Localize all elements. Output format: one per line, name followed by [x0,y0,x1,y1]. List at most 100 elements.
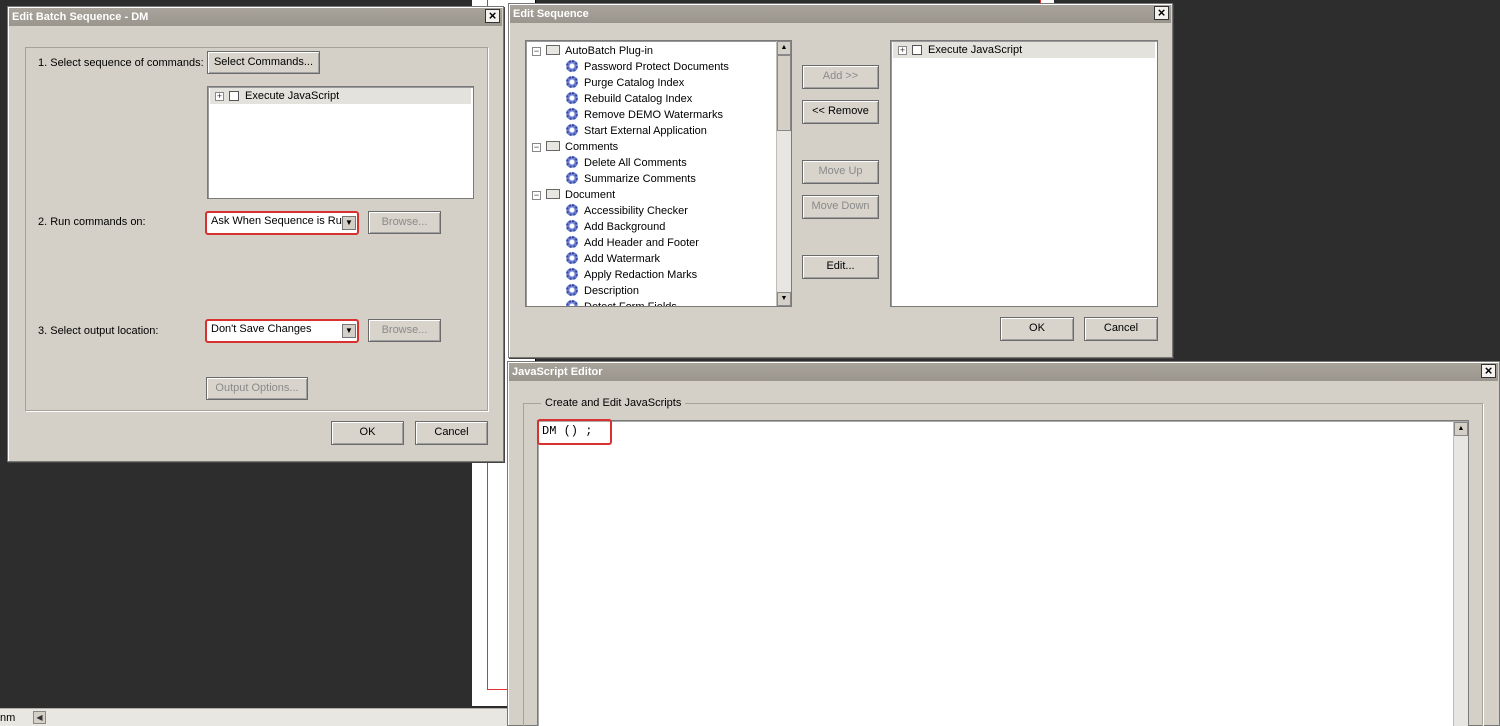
tree-item[interactable]: Add Header and Footer [566,235,699,251]
move-down-button[interactable]: Move Down [802,195,879,219]
tree-item[interactable]: Summarize Comments [566,171,696,187]
tree-item-label: Add Background [584,221,666,233]
javascript-code-editor[interactable]: ▲ [537,420,1469,726]
gear-icon [566,60,578,73]
output-options-button[interactable]: Output Options... [206,377,308,400]
command-checkbox[interactable] [912,45,922,56]
expand-icon[interactable]: + [215,91,224,101]
move-up-button[interactable]: Move Up [802,160,879,184]
gear-icon [566,236,578,249]
tree-item-label: Remove DEMO Watermarks [584,109,723,121]
tree-item[interactable]: Apply Redaction Marks [566,267,697,283]
tree-item-label: Comments [565,141,619,153]
status-bar: nm ◀ [0,708,510,726]
tree-item[interactable]: Delete All Comments [566,155,687,171]
output-location-select[interactable]: Don't Save Changes ▼ [205,319,359,343]
tree-item-label: Purge Catalog Index [584,77,685,89]
tree-item[interactable]: Detect Form Fields [566,299,677,307]
tree-item[interactable]: Accessibility Checker [566,203,688,219]
tree-item-label: Detect Form Fields [584,301,677,307]
commands-list[interactable]: + Execute JavaScript [207,86,474,199]
group-label: Create and Edit JavaScripts [541,397,686,409]
list-item[interactable]: + Execute JavaScript [210,88,471,104]
gear-icon [566,284,578,297]
gear-icon [566,92,578,105]
tree-item[interactable]: Add Background [566,219,665,235]
step3-label: 3. Select output location: [38,325,159,337]
folder-icon [546,45,560,56]
step1-label: 1. Select sequence of commands: [38,57,204,69]
gear-icon [566,268,578,281]
collapse-icon[interactable]: − [532,142,541,152]
close-button[interactable]: × [1154,6,1169,20]
run-on-select[interactable]: Ask When Sequence is Run ▼ [205,211,359,235]
tree-item[interactable]: Remove DEMO Watermarks [566,107,723,123]
gear-icon [566,220,578,233]
tree-item-label: Description [584,285,640,297]
gear-icon [566,300,578,306]
tree-item[interactable]: Rebuild Catalog Index [566,91,692,107]
command-label: Execute JavaScript [245,90,340,102]
close-button[interactable]: × [485,9,500,23]
tree-folder[interactable]: − AutoBatch Plug-in [532,43,653,59]
unit-label: nm [0,712,16,724]
code-line: DM () ; [542,424,593,438]
tree-item[interactable]: Purge Catalog Index [566,75,684,91]
tree-item-label: Add Header and Footer [584,237,699,249]
scroll-up-button[interactable]: ▲ [1454,422,1468,436]
folder-icon [546,141,560,152]
output-location-value: Don't Save Changes [211,323,312,335]
tree-item-label: AutoBatch Plug-in [565,45,654,57]
edit-button[interactable]: Edit... [802,255,879,279]
browse-run-button[interactable]: Browse... [368,211,441,234]
dialog-title: Edit Batch Sequence - DM [9,8,502,26]
tree-folder[interactable]: − Comments [532,139,618,155]
tree-item-label: Delete All Comments [584,157,687,169]
tree-scrollbar[interactable]: ▲ ▼ [776,41,791,306]
gear-icon [566,172,578,185]
command-checkbox[interactable] [229,91,239,102]
gear-icon [566,124,578,137]
tree-item[interactable]: Description [566,283,639,299]
gear-icon [566,108,578,121]
cancel-button[interactable]: Cancel [415,421,488,445]
ok-button[interactable]: OK [331,421,404,445]
cancel-button[interactable]: Cancel [1084,317,1158,341]
collapse-icon[interactable]: − [532,46,541,56]
tree-item-label: Summarize Comments [584,173,696,185]
dialog-title: JavaScript Editor [509,363,1498,381]
tree-item[interactable]: Add Watermark [566,251,660,267]
gear-icon [566,76,578,89]
expand-icon[interactable]: + [898,45,907,55]
tree-item-label: Start External Application [584,125,707,137]
scroll-down-button[interactable]: ▼ [777,292,791,306]
remove-button[interactable]: << Remove [802,100,879,124]
gear-icon [566,204,578,217]
tree-item[interactable]: Start External Application [566,123,707,139]
editor-scrollbar[interactable]: ▲ [1453,422,1468,726]
gear-icon [566,252,578,265]
edit-sequence-dialog: Edit Sequence × − AutoBatch Plug-in Passwo… [508,3,1173,358]
select-commands-button[interactable]: Select Commands... [207,51,320,74]
chevron-down-icon[interactable]: ▼ [342,216,356,230]
tree-item-label: Rebuild Catalog Index [584,93,693,105]
ok-button[interactable]: OK [1000,317,1074,341]
list-item[interactable]: + Execute JavaScript [893,42,1155,58]
tree-item-label: Document [565,189,616,201]
dialog-title: Edit Sequence [510,5,1171,23]
selected-commands-list[interactable]: + Execute JavaScript [890,40,1158,307]
add-button[interactable]: Add >> [802,65,879,89]
command-label: Execute JavaScript [928,44,1023,56]
available-commands-tree[interactable]: − AutoBatch Plug-in Password Protect Docum… [525,40,792,307]
step2-label: 2. Run commands on: [38,216,146,228]
tree-folder[interactable]: − Document [532,187,615,203]
collapse-icon[interactable]: − [532,190,541,200]
scroll-up-button[interactable]: ▲ [777,41,791,55]
tree-item[interactable]: Password Protect Documents [566,59,729,75]
close-button[interactable]: × [1481,364,1496,378]
scroll-left-button[interactable]: ◀ [33,711,46,724]
browse-output-button[interactable]: Browse... [368,319,441,342]
scroll-thumb[interactable] [777,55,791,131]
chevron-down-icon[interactable]: ▼ [342,324,356,338]
javascript-editor-dialog: JavaScript Editor × Create and Edit Java… [507,361,1500,726]
